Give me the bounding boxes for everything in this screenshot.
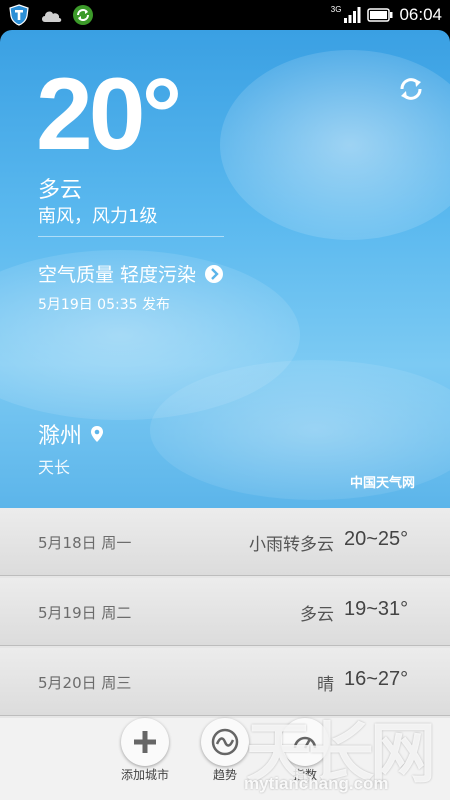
wind-info: 南风，风力1级 — [38, 206, 158, 227]
tab-trend[interactable]: 趋势 — [190, 718, 260, 800]
chevron-right-icon — [205, 264, 224, 283]
bottom-tab-bar: 添加城市 趋势 指数 — [0, 718, 450, 800]
divider — [38, 236, 224, 237]
index-icon — [293, 736, 317, 749]
sync-app-icon — [73, 5, 93, 25]
forecast-weather: 晴 — [317, 675, 334, 695]
air-quality-label: 空气质量 轻度污染 — [38, 264, 197, 286]
current-weather-card: 20° 多云 南风，风力1级 空气质量 轻度污染 5月19日 05:35 发布 … — [0, 30, 450, 508]
forecast-temp-range: 16~27° — [344, 668, 409, 690]
forecast-row[interactable]: 5月18日 周一 小雨转多云 20~25° — [0, 508, 450, 576]
data-source: 中国天气网 — [350, 476, 416, 491]
add-city-button[interactable] — [121, 718, 169, 766]
trend-button[interactable] — [201, 718, 249, 766]
forecast-temp-range: 20~25° — [344, 528, 409, 550]
forecast-date: 5月19日 周二 — [38, 604, 132, 622]
city-name[interactable]: 滁州 — [38, 418, 104, 450]
tab-index[interactable]: 指数 — [270, 718, 340, 800]
cloud-icon — [42, 11, 62, 22]
city-label: 滁州 — [38, 424, 83, 449]
forecast-weather: 多云 — [300, 605, 334, 625]
battery-icon — [367, 8, 393, 22]
system-icons: 3G 06:04 — [331, 5, 442, 25]
tab-label: 添加城市 — [120, 768, 169, 782]
plus-icon — [134, 731, 156, 753]
current-temperature: 20° — [36, 57, 182, 171]
refresh-icon[interactable] — [396, 74, 426, 104]
network-type: 3G — [330, 4, 342, 14]
tab-label: 趋势 — [212, 768, 237, 782]
tab-label: 指数 — [292, 768, 317, 782]
forecast-row[interactable]: 5月20日 周三 晴 16~27° — [0, 648, 450, 716]
air-quality-link[interactable]: 空气质量 轻度污染 — [38, 260, 224, 287]
publish-time: 5月19日 05:35 发布 — [38, 297, 170, 313]
forecast-date: 5月20日 周三 — [38, 674, 132, 692]
forecast-weather: 小雨转多云 — [249, 535, 334, 555]
shield-app-icon — [9, 4, 29, 26]
location-pin-icon — [91, 426, 104, 442]
trend-icon — [211, 728, 239, 756]
clock: 06:04 — [399, 5, 442, 24]
weather-condition: 多云 — [38, 178, 83, 203]
forecast-temp-range: 19~31° — [344, 598, 409, 620]
index-button[interactable] — [281, 718, 329, 766]
notification-icons — [8, 4, 94, 26]
forecast-list: 5月18日 周一 小雨转多云 20~25° 5月19日 周二 多云 19~31°… — [0, 508, 450, 718]
tab-add-city[interactable]: 添加城市 — [110, 718, 180, 800]
forecast-date: 5月18日 周一 — [38, 534, 132, 552]
district-name: 天长 — [38, 458, 71, 477]
signal-icon — [344, 7, 361, 23]
status-bar: 3G 06:04 — [0, 0, 450, 30]
forecast-row[interactable]: 5月19日 周二 多云 19~31° — [0, 578, 450, 646]
